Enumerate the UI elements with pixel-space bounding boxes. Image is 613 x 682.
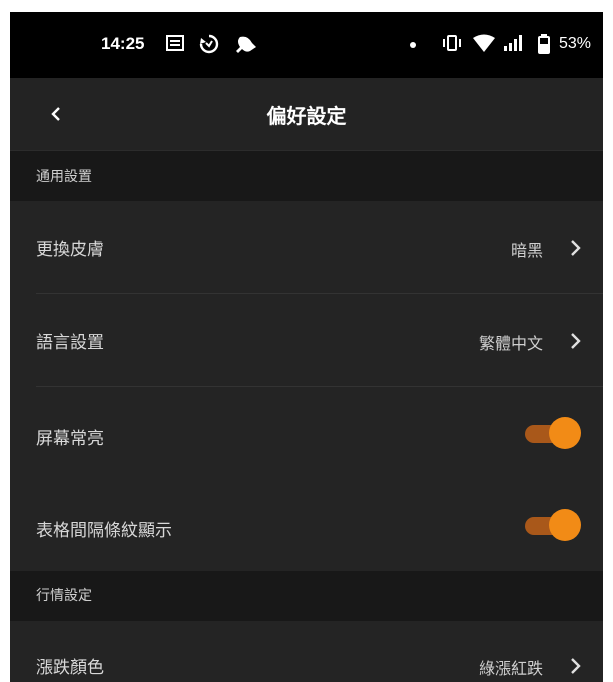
dot-icon (410, 42, 416, 48)
row-label-screen-on: 屏幕常亮 (36, 429, 104, 449)
row-table-stripes: 表格間隔條紋顯示 (10, 483, 603, 571)
section-header-market: 行情設定 (10, 571, 603, 621)
wifi-icon (473, 34, 495, 52)
news-icon (166, 35, 184, 51)
row-language-setting[interactable]: 語言設置 繁體中文 (10, 294, 603, 387)
chevron-right-icon (571, 658, 581, 674)
row-label-price-color: 漲跌顏色 (36, 658, 104, 678)
section-header-general: 通用設置 (10, 151, 603, 201)
signal-icon (504, 35, 522, 51)
toggle-knob (549, 417, 581, 449)
battery-percentage: 53% (559, 35, 592, 52)
row-value-skin: 暗黑 (510, 241, 543, 260)
section-title: 行情設定 (36, 588, 92, 604)
row-label-language: 語言設置 (36, 333, 104, 353)
sync-icon (199, 34, 219, 54)
row-label-table-stripes: 表格間隔條紋顯示 (36, 521, 172, 541)
toggle-knob (549, 509, 581, 541)
row-price-change-color[interactable]: 漲跌顏色 綠漲紅跌 (10, 621, 603, 682)
row-screen-always-on: 屏幕常亮 (10, 387, 603, 483)
page-title: 偏好設定 (266, 104, 347, 128)
row-value-language: 繁體中文 (478, 334, 543, 353)
row-value-price-color: 綠漲紅跌 (478, 659, 543, 678)
screen-always-on-toggle[interactable] (523, 416, 581, 450)
row-change-skin[interactable]: 更換皮膚 暗黑 (10, 201, 603, 294)
chevron-right-icon (571, 240, 581, 256)
notification-bell-icon (236, 36, 256, 53)
vibrate-icon (443, 35, 461, 51)
status-bar: 14:25 53% (10, 12, 603, 78)
status-time: 14:25 (101, 34, 145, 53)
app-screen: 14:25 53% 偏好設定 通用設置 更換皮膚 暗黑 語言設置 繁體中文 屏幕… (10, 12, 603, 682)
table-stripes-toggle[interactable] (523, 508, 581, 542)
battery-icon (538, 34, 550, 54)
chevron-right-icon (571, 333, 581, 349)
row-label-skin: 更換皮膚 (36, 240, 104, 260)
app-header: 偏好設定 (10, 78, 603, 151)
section-title: 通用設置 (36, 169, 92, 185)
